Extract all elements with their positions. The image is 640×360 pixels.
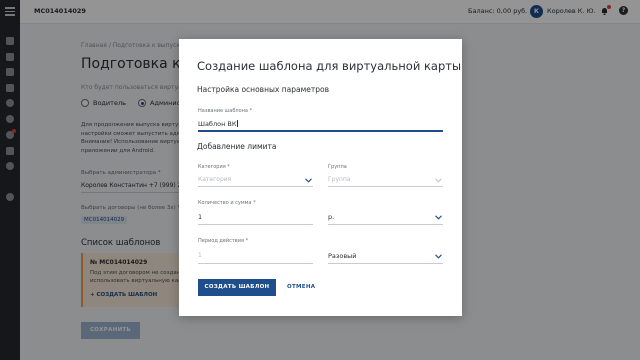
template-name-underline <box>198 130 443 132</box>
template-name-label: Название шаблона * <box>198 108 253 114</box>
chevron-down-icon[interactable] <box>305 178 312 183</box>
category-underline <box>198 186 313 187</box>
chevron-down-icon[interactable] <box>435 215 442 220</box>
create-template-button[interactable]: СОЗДАТЬ ШАБЛОН <box>198 279 276 296</box>
group-select[interactable]: Группа <box>328 176 351 183</box>
period-input[interactable]: 1 <box>198 252 202 259</box>
section-limit-title: Добавление лимита <box>197 142 277 151</box>
category-label: Категория * <box>198 164 230 170</box>
modal-title: Создание шаблона для виртуальной карты <box>197 59 462 73</box>
period-type-underline <box>328 263 443 264</box>
chevron-down-icon[interactable] <box>435 254 442 259</box>
category-select[interactable]: Категория <box>198 176 231 183</box>
group-label: Группа <box>328 164 347 170</box>
unit-underline <box>328 224 443 225</box>
period-type-select[interactable]: Разовый <box>328 252 357 260</box>
text-caret <box>237 120 239 127</box>
template-name-input[interactable]: Шаблон ВК <box>198 120 239 128</box>
period-underline <box>198 263 313 264</box>
create-template-modal: Создание шаблона для виртуальной карты Н… <box>179 39 462 316</box>
section-basic-title: Настройка основных параметров <box>197 85 330 94</box>
qty-label: Количество и сумма * <box>198 200 256 206</box>
qty-underline <box>198 224 313 225</box>
group-underline <box>328 186 443 187</box>
template-name-value: Шаблон ВК <box>198 120 237 128</box>
period-label: Период действия * <box>198 238 249 244</box>
qty-input[interactable]: 1 <box>198 213 202 221</box>
cancel-button[interactable]: ОТМЕНА <box>287 279 315 296</box>
chevron-down-icon[interactable] <box>435 178 442 183</box>
unit-select[interactable]: р. <box>328 213 334 221</box>
